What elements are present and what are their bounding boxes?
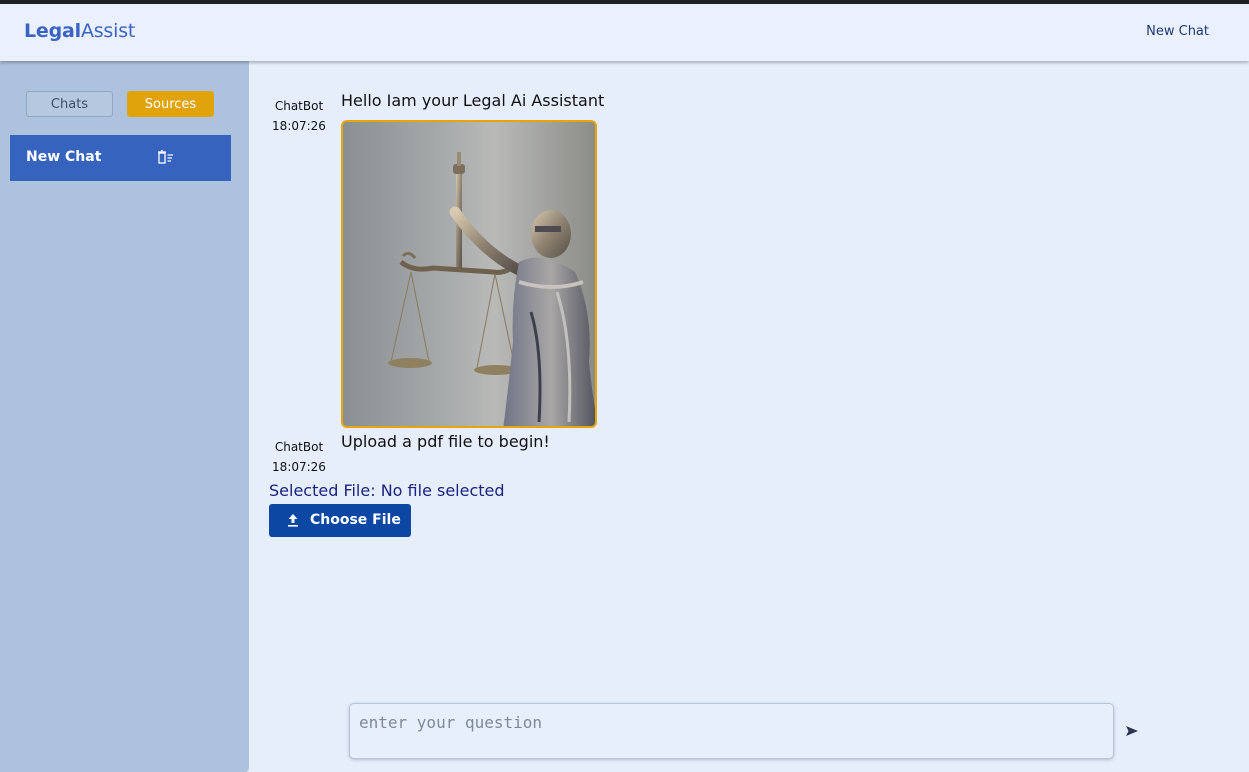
brand-logo[interactable]: LegalAssist <box>24 20 135 42</box>
choose-file-label: Choose File <box>310 512 401 528</box>
lady-justice-statue-illustration <box>388 152 595 426</box>
message-time: 18:07:26 <box>272 119 326 133</box>
sidebar: Chats Sources New Chat <box>0 61 249 772</box>
question-input-container <box>349 703 1114 759</box>
choose-file-button[interactable]: Choose File <box>269 504 411 537</box>
tab-sources[interactable]: Sources <box>127 91 214 117</box>
message-sender: ChatBot <box>274 440 324 454</box>
question-input[interactable] <box>350 704 1113 758</box>
message-text: Upload a pdf file to begin! <box>341 432 550 451</box>
upload-icon <box>288 514 298 527</box>
brand-part-legal: Legal <box>24 20 81 42</box>
message-text: Hello Iam your Legal Ai Assistant <box>341 91 605 110</box>
message-time: 18:07:26 <box>272 460 326 474</box>
tab-chats[interactable]: Chats <box>26 91 113 117</box>
message-meta: ChatBot 18:07:26 <box>265 437 333 477</box>
header-new-chat-link[interactable]: New Chat <box>1146 24 1209 39</box>
lady-justice-image <box>341 120 597 428</box>
brand-part-assist: Assist <box>80 20 136 42</box>
selected-file-label: Selected File: No file selected <box>269 481 505 500</box>
delete-icon[interactable] <box>158 150 174 164</box>
chat-item-label: New Chat <box>26 149 102 165</box>
sidebar-chat-item[interactable]: New Chat <box>10 135 231 181</box>
message-sender: ChatBot <box>274 99 324 113</box>
send-icon[interactable] <box>1125 724 1139 738</box>
message-meta: ChatBot 18:07:26 <box>265 96 333 136</box>
app-header: LegalAssist New Chat <box>0 4 1249 61</box>
